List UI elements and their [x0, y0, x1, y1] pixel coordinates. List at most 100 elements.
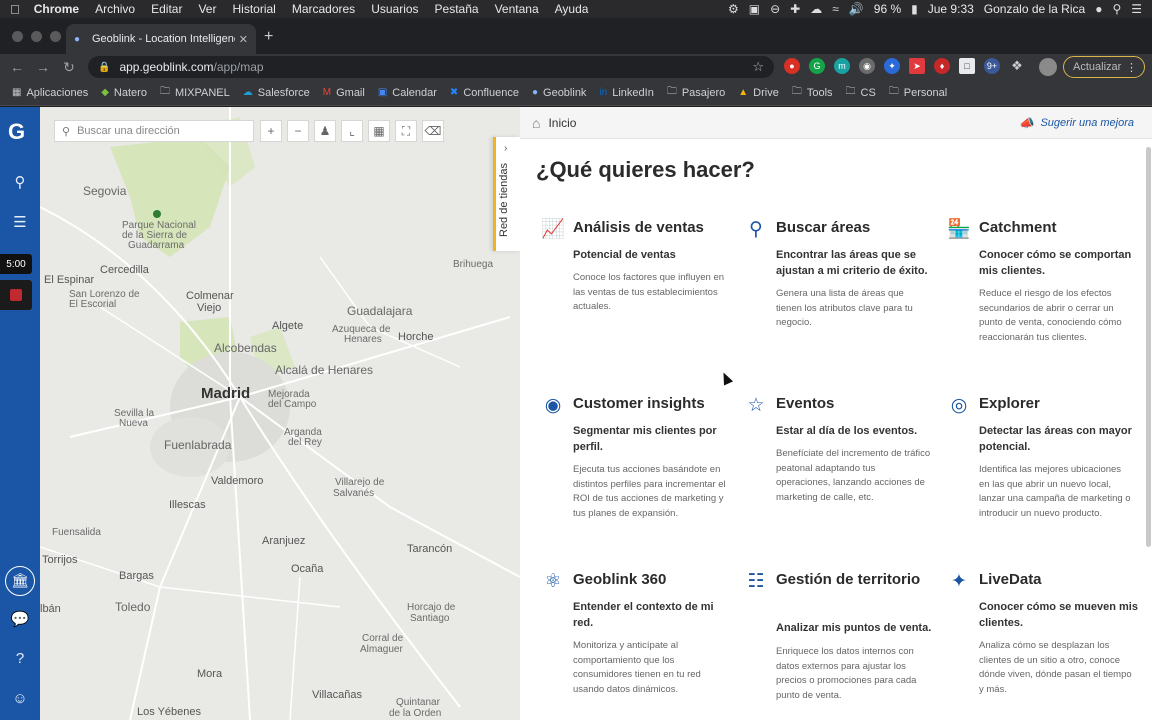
card-livedata[interactable]: ✦ LiveData Conocer cómo se mueven mis cl…: [946, 569, 1138, 719]
store-network-label: Red de tiendas: [498, 163, 510, 237]
map-view[interactable]: ⚲ Buscar una dirección + − ♟ ⌞ ▦ ⛶ ⌫ Seg…: [40, 107, 520, 720]
bookmark-natero[interactable]: ◆ Natero: [101, 87, 147, 99]
card-search-areas[interactable]: ⚲ Buscar áreas Encontrar las áreas que s…: [743, 217, 933, 367]
bookmark-apps[interactable]: ▦ Aplicaciones: [12, 87, 88, 99]
battery-icon[interactable]: ▮: [911, 2, 918, 16]
minimize-window-button[interactable]: [31, 31, 42, 42]
card-events[interactable]: ☆ Eventos Estar al día de los eventos. B…: [743, 393, 933, 543]
menu-marcadores[interactable]: Marcadores: [292, 2, 355, 16]
bookmark-tools[interactable]: 🗀 Tools: [792, 84, 833, 101]
bookmark-personal[interactable]: 🗀 Personal: [889, 84, 947, 101]
bookmark-gmail[interactable]: M Gmail: [323, 87, 365, 99]
menu-usuarios[interactable]: Usuarios: [371, 2, 418, 16]
menu-pestana[interactable]: Pestaña: [435, 2, 479, 16]
clock[interactable]: Jue 9:33: [928, 2, 974, 16]
card-catchment[interactable]: 🏪 Catchment Conocer cómo se comportan mi…: [946, 217, 1136, 367]
help-icon[interactable]: ?: [10, 650, 30, 670]
map-label: Cercedilla: [100, 264, 149, 276]
home-icon[interactable]: ⌂: [532, 115, 540, 131]
menu-app-name[interactable]: Chrome: [34, 2, 79, 16]
reload-icon[interactable]: ↻: [56, 59, 82, 76]
menu-ayuda[interactable]: Ayuda: [555, 2, 589, 16]
bookmark-calendar[interactable]: ▣ Calendar: [378, 87, 437, 99]
breadcrumb-home[interactable]: Inicio: [548, 116, 576, 130]
bookmark-salesforce[interactable]: ☁ Salesforce: [243, 87, 310, 99]
extension-icon[interactable]: □: [959, 58, 975, 74]
forward-arrow-icon[interactable]: →: [30, 59, 56, 75]
update-button[interactable]: Actualizar ⋮: [1063, 56, 1145, 78]
layers-icon[interactable]: ☰: [10, 213, 30, 233]
wifi-icon[interactable]: ≈: [832, 2, 839, 16]
extension-icon[interactable]: ◉: [859, 58, 875, 74]
profile-avatar[interactable]: [1039, 58, 1057, 76]
panel-scrollbar[interactable]: [1146, 147, 1151, 547]
linkedin-icon: in: [599, 87, 608, 98]
user-avatar-icon[interactable]: ●: [1095, 2, 1102, 16]
volume-icon[interactable]: 🔊: [849, 2, 864, 16]
geoblink-logo-icon[interactable]: G: [8, 119, 25, 145]
eraser-icon[interactable]: ⌫: [422, 120, 444, 142]
bookmark-linkedin[interactable]: in LinkedIn: [599, 87, 653, 99]
street-view-icon[interactable]: ♟: [314, 120, 336, 142]
spotlight-icon[interactable]: ⚲: [1112, 2, 1121, 16]
address-bar[interactable]: 🔒 app.geoblink.com /app/map ☆: [88, 56, 774, 78]
menu-editar[interactable]: Editar: [151, 2, 182, 16]
user-name[interactable]: Gonzalo de la Rica: [984, 2, 1085, 16]
gear-icon[interactable]: ⚙: [728, 2, 739, 16]
menu-historial[interactable]: Historial: [232, 2, 275, 16]
measure-icon[interactable]: ⌞: [341, 120, 363, 142]
geoblink-favicon-icon: ●: [74, 34, 81, 45]
plus-icon[interactable]: ✚: [790, 2, 800, 16]
lock-icon[interactable]: 🔒: [98, 62, 110, 73]
card-description: Analiza cómo se desplazan los clientes d…: [979, 640, 1132, 695]
menu-archivo[interactable]: Archivo: [95, 2, 135, 16]
minus-circle-icon[interactable]: ⊖: [770, 2, 780, 16]
location-pin-icon[interactable]: ⚲: [10, 173, 30, 193]
chat-icon[interactable]: 💬: [10, 610, 30, 630]
close-window-button[interactable]: [12, 31, 23, 42]
card-sales-analysis[interactable]: 📈 Análisis de ventas Potencial de ventas…: [540, 217, 730, 367]
card-customer-insights[interactable]: ◉ Customer insights Segmentar mis client…: [540, 393, 730, 543]
bookmark-star-icon[interactable]: ☆: [752, 59, 764, 75]
puzzle-icon[interactable]: ❖: [1009, 58, 1025, 74]
bookmark-pasajero[interactable]: 🗀 Pasajero: [667, 84, 725, 101]
suggest-improvement-link[interactable]: 📣 Sugerir una mejora: [1019, 116, 1134, 130]
control-center-icon[interactable]: ☰: [1131, 2, 1142, 16]
menu-ver[interactable]: Ver: [198, 2, 216, 16]
extension-icon[interactable]: 9+: [984, 58, 1000, 74]
bookmark-drive[interactable]: ▲ Drive: [738, 87, 779, 99]
extension-icon[interactable]: ➤: [909, 58, 925, 74]
card-territory-management[interactable]: ☷ Gestión de territorio Analizar mis pun…: [743, 569, 933, 719]
bookmark-confluence[interactable]: ✖ Confluence: [450, 87, 519, 99]
bookmark-cs[interactable]: 🗀 CS: [846, 84, 876, 101]
address-search-input[interactable]: ⚲ Buscar una dirección: [54, 120, 254, 142]
apple-icon[interactable]: : [10, 2, 20, 17]
zoom-in-button[interactable]: +: [260, 120, 282, 142]
user-icon[interactable]: ☺: [10, 690, 30, 710]
chevron-right-icon[interactable]: ›: [504, 143, 507, 154]
extension-icon[interactable]: m: [834, 58, 850, 74]
new-tab-button[interactable]: +: [264, 28, 273, 46]
grammarly-icon[interactable]: G: [809, 58, 825, 74]
bank-icon[interactable]: 🏛: [5, 566, 35, 596]
fullscreen-icon[interactable]: ⛶: [395, 120, 417, 142]
more-vertical-icon[interactable]: ⋮: [1126, 61, 1137, 74]
bookmark-geoblink[interactable]: ● Geoblink: [532, 87, 586, 99]
card-geoblink-360[interactable]: ⚛ Geoblink 360 Entender el contexto de m…: [540, 569, 730, 719]
close-tab-icon[interactable]: ✕: [239, 33, 248, 46]
back-arrow-icon[interactable]: ←: [4, 59, 30, 75]
bookmark-mixpanel[interactable]: 🗀 MIXPANEL: [160, 84, 230, 101]
browser-tab-geoblink[interactable]: ● Geoblink - Location Intelligence ✕: [66, 24, 256, 54]
extension-icon[interactable]: ●: [784, 58, 800, 74]
photo-icon[interactable]: ▣: [749, 2, 760, 16]
zoom-out-button[interactable]: −: [287, 120, 309, 142]
cloud-icon[interactable]: ☁: [810, 2, 822, 16]
store-network-tab[interactable]: › Red de tiendas: [493, 137, 520, 251]
maximize-window-button[interactable]: [50, 31, 61, 42]
menu-ventana[interactable]: Ventana: [495, 2, 539, 16]
stop-recording-button[interactable]: [0, 280, 32, 310]
extension-icon[interactable]: ♦: [934, 58, 950, 74]
basemap-icon[interactable]: ▦: [368, 120, 390, 142]
card-explorer[interactable]: ◎ Explorer Detectar las áreas con mayor …: [946, 393, 1136, 543]
extension-icon[interactable]: ✦: [884, 58, 900, 74]
